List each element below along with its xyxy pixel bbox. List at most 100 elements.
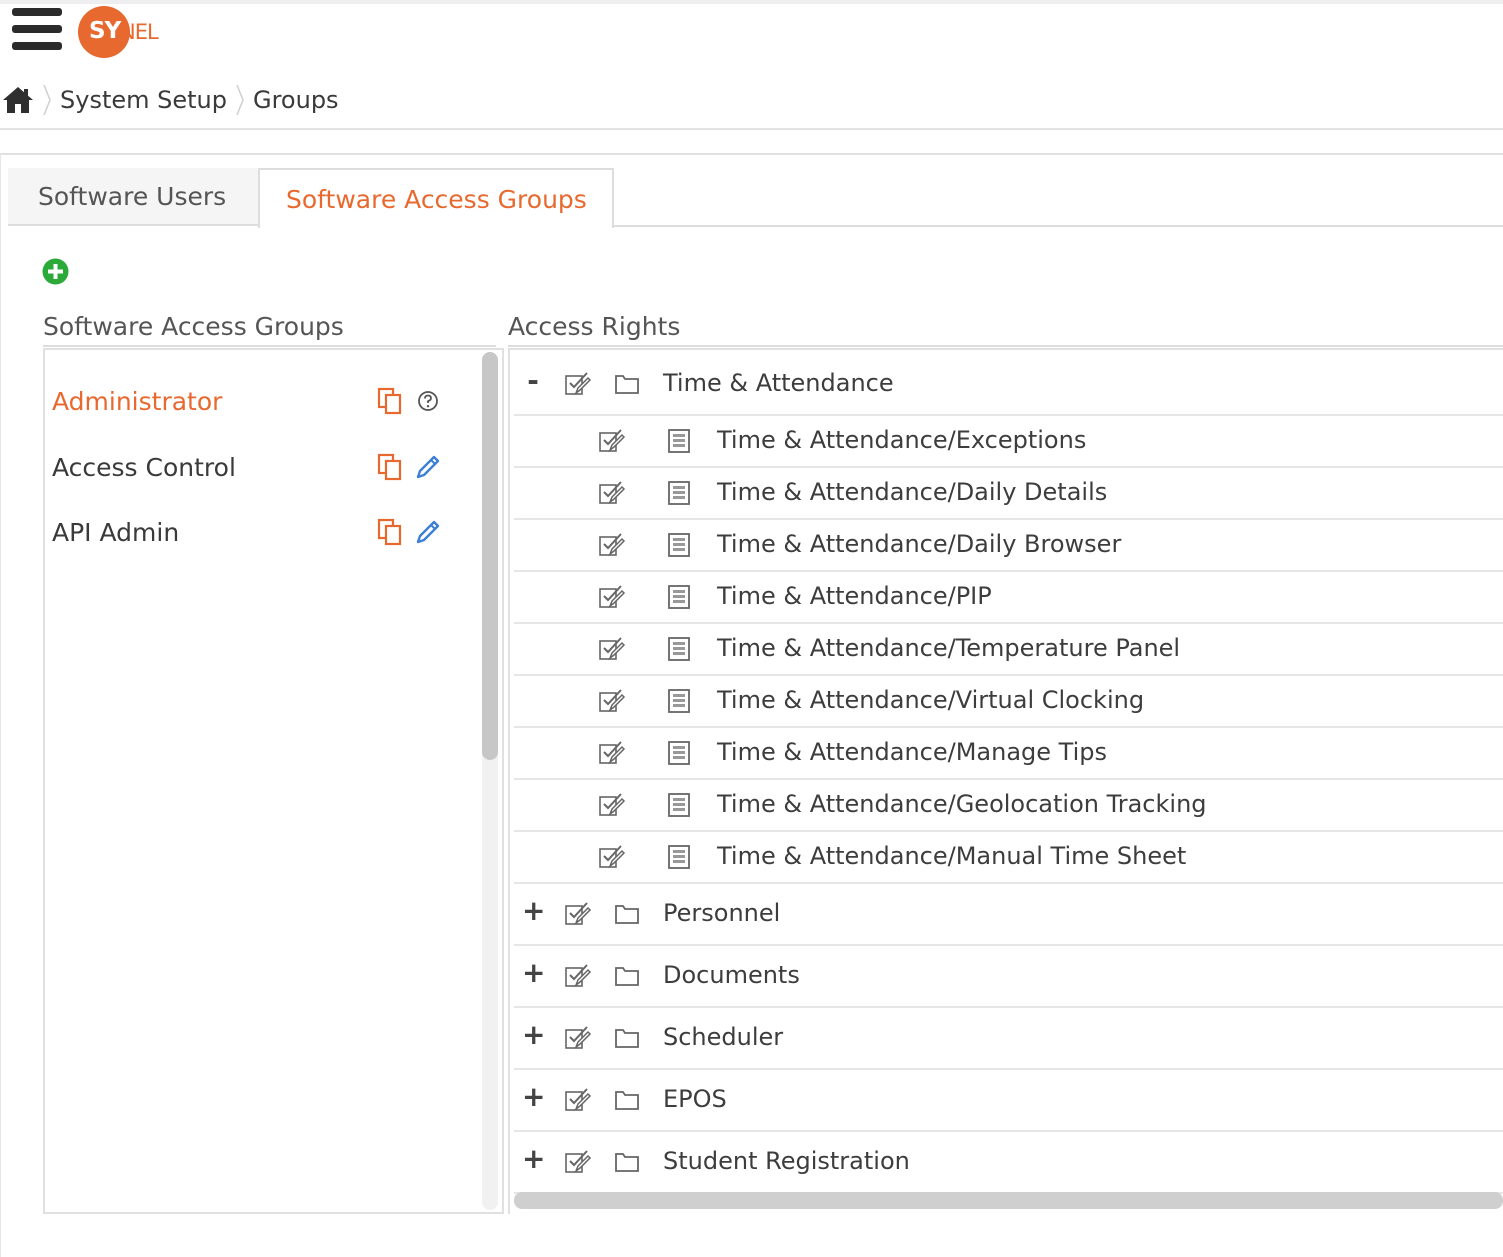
tree-node-label: Personnel <box>663 899 781 927</box>
collapse-toggle[interactable]: - <box>522 364 544 397</box>
page-icon <box>668 585 690 609</box>
groups-scrollbar[interactable] <box>482 352 498 1210</box>
page-icon <box>668 637 690 661</box>
tab-software-users[interactable]: Software Users <box>8 168 258 226</box>
tree-node-label: Scheduler <box>663 1023 784 1051</box>
top-strip <box>0 0 1503 4</box>
tree-leaf[interactable]: Time & Attendance/Manage Tips <box>514 728 1503 780</box>
add-circle-icon[interactable] <box>42 258 69 285</box>
permission-edit-icon[interactable] <box>562 961 592 991</box>
tree-node-label: Documents <box>663 961 800 989</box>
tree-node-label: Time & Attendance <box>663 369 894 397</box>
breadcrumb-chevron-icon <box>43 84 51 116</box>
permission-edit-icon[interactable] <box>596 738 626 768</box>
folder-icon <box>615 905 639 924</box>
tree-node-label: Time & Attendance/Virtual Clocking <box>717 686 1145 714</box>
tab-label: Software Users <box>38 181 227 211</box>
tree-node[interactable]: + EPOS <box>514 1070 1503 1132</box>
logo-text-right: NEL <box>120 20 159 44</box>
tree-leaf[interactable]: Time & Attendance/Geolocation Tracking <box>514 780 1503 832</box>
expand-toggle[interactable]: + <box>522 894 545 927</box>
folder-icon <box>615 967 639 986</box>
synel-logo: SY NEL <box>78 6 159 60</box>
access-rights-title: Access Rights <box>508 312 1503 347</box>
permission-edit-icon[interactable] <box>562 899 592 929</box>
tree-node[interactable]: + Personnel <box>514 884 1503 946</box>
tree-node-label: Time & Attendance/Exceptions <box>717 426 1087 454</box>
expand-toggle[interactable]: + <box>522 1142 545 1175</box>
tree-leaf[interactable]: Time & Attendance/Daily Details <box>514 468 1503 520</box>
group-item[interactable]: Administrator <box>52 382 452 422</box>
tree-leaf[interactable]: Time & Attendance/Temperature Panel <box>514 624 1503 676</box>
permission-edit-icon[interactable] <box>596 842 626 872</box>
permission-edit-icon[interactable] <box>596 634 626 664</box>
tab-software-access-groups[interactable]: Software Access Groups <box>258 168 614 228</box>
page-icon <box>668 741 690 765</box>
tree-node-label: Time & Attendance/PIP <box>717 582 992 610</box>
group-name: API Admin <box>52 518 180 547</box>
page-icon <box>668 429 690 453</box>
folder-icon <box>615 1091 639 1110</box>
tree-leaf[interactable]: Time & Attendance/Exceptions <box>514 416 1503 468</box>
copy-icon[interactable] <box>376 387 404 415</box>
tree-node[interactable]: - Time & Attendance <box>514 354 1503 416</box>
permission-edit-icon[interactable] <box>596 790 626 820</box>
groups-panel-title: Software Access Groups <box>43 312 496 347</box>
tree-node-label: Time & Attendance/Daily Details <box>717 478 1108 506</box>
tree-node[interactable]: + Scheduler <box>514 1008 1503 1070</box>
breadcrumb-groups[interactable]: Groups <box>253 86 339 114</box>
group-item[interactable]: Access Control <box>52 448 452 488</box>
permission-edit-icon[interactable] <box>596 582 626 612</box>
expand-toggle[interactable]: + <box>522 1080 545 1113</box>
folder-icon <box>615 375 639 394</box>
folder-icon <box>615 1029 639 1048</box>
permission-edit-icon[interactable] <box>562 1147 592 1177</box>
tab-strip-line <box>614 225 1503 227</box>
edit-pencil-icon[interactable] <box>414 453 442 481</box>
tree-leaf[interactable]: Time & Attendance/Manual Time Sheet <box>514 832 1503 884</box>
tree-node-label: EPOS <box>663 1085 727 1113</box>
tree-node-label: Time & Attendance/Manual Time Sheet <box>717 842 1187 870</box>
permission-edit-icon[interactable] <box>596 530 626 560</box>
breadcrumb-chevron-icon <box>236 84 244 116</box>
tree-node-label: Student Registration <box>663 1147 910 1175</box>
edit-pencil-icon[interactable] <box>414 518 442 546</box>
home-icon[interactable] <box>2 85 34 115</box>
page-icon <box>668 533 690 557</box>
hamburger-icon[interactable] <box>12 8 62 60</box>
tree-node-label: Time & Attendance/Temperature Panel <box>717 634 1181 662</box>
expand-toggle[interactable]: + <box>522 956 545 989</box>
permission-edit-icon[interactable] <box>562 1085 592 1115</box>
tree-node-label: Time & Attendance/Manage Tips <box>717 738 1107 766</box>
tree-node[interactable]: + Documents <box>514 946 1503 1008</box>
header-divider <box>0 128 1503 130</box>
group-name: Access Control <box>52 453 236 482</box>
page-icon <box>668 481 690 505</box>
rights-horizontal-scrollbar[interactable] <box>514 1192 1503 1209</box>
group-name: Administrator <box>52 387 223 416</box>
permission-edit-icon[interactable] <box>596 686 626 716</box>
permission-edit-icon[interactable] <box>562 1023 592 1053</box>
tab-label: Software Access Groups <box>286 184 587 214</box>
page-icon <box>668 845 690 869</box>
expand-toggle[interactable]: + <box>522 1018 545 1051</box>
breadcrumb-system-setup[interactable]: System Setup <box>60 86 227 114</box>
permission-edit-icon[interactable] <box>562 369 592 399</box>
copy-icon[interactable] <box>376 453 404 481</box>
tree-node-label: Time & Attendance/Daily Browser <box>717 530 1122 558</box>
logo-text-left: SY <box>89 18 121 44</box>
group-item[interactable]: API Admin <box>52 513 452 553</box>
groups-scrollbar-thumb[interactable] <box>482 352 498 760</box>
tree-node-label: Time & Attendance/Geolocation Tracking <box>717 790 1207 818</box>
tree-leaf[interactable]: Time & Attendance/Daily Browser <box>514 520 1503 572</box>
page-icon <box>668 689 690 713</box>
tree-node[interactable]: + Student Registration <box>514 1132 1503 1194</box>
copy-icon[interactable] <box>376 518 404 546</box>
tree-leaf[interactable]: Time & Attendance/PIP <box>514 572 1503 624</box>
breadcrumb: System Setup Groups <box>0 78 339 122</box>
permission-edit-icon[interactable] <box>596 426 626 456</box>
permission-edit-icon[interactable] <box>596 478 626 508</box>
tree-leaf[interactable]: Time & Attendance/Virtual Clocking <box>514 676 1503 728</box>
help-icon[interactable] <box>414 387 442 415</box>
folder-icon <box>615 1153 639 1172</box>
